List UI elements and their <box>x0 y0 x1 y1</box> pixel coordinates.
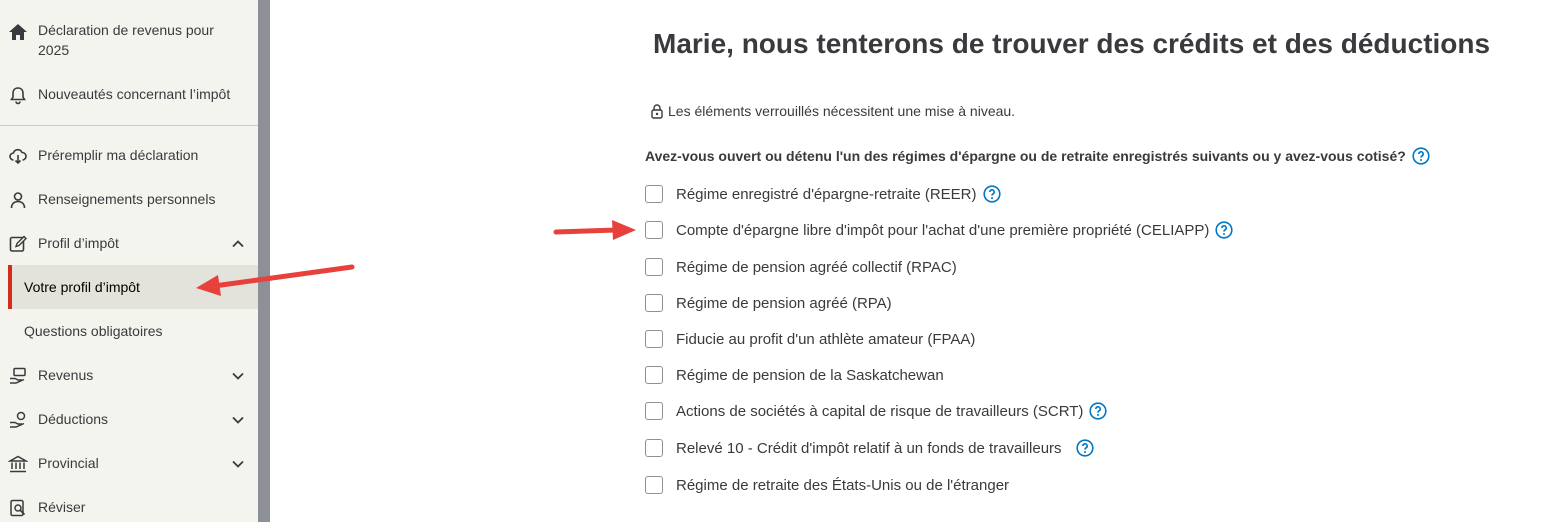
question-heading: Avez-vous ouvert ou détenu l'un des régi… <box>645 147 1430 165</box>
sidebar-item-label: Déclaration de revenus pour 2025 <box>38 22 214 58</box>
chevron-up-icon[interactable] <box>230 236 246 252</box>
option-label: Actions de sociétés à capital de risque … <box>676 402 1084 420</box>
lock-icon <box>650 103 668 119</box>
checkbox[interactable] <box>645 330 663 348</box>
sidebar-item-deductions[interactable]: Déductions <box>0 409 258 431</box>
sidebar: Déclaration de revenus pour 2025 Nouveau… <box>0 0 258 522</box>
option-label: Relevé 10 - Crédit d'impôt relatif à un … <box>676 439 1062 457</box>
sidebar-item-declaration[interactable]: Déclaration de revenus pour 2025 <box>0 18 258 62</box>
lock-note-text: Les éléments verrouillés nécessitent une… <box>668 103 1016 119</box>
annotation-arrow-celiapp <box>553 220 636 240</box>
help-icon[interactable] <box>982 185 1001 203</box>
option-saskatchewan[interactable]: Régime de pension de la Saskatchewan <box>645 364 944 386</box>
sidebar-item-label: Nouveautés concernant l’impôt <box>38 86 231 102</box>
sidebar-item-renseignements[interactable]: Renseignements personnels <box>0 189 258 211</box>
sidebar-item-reviser[interactable]: Réviser <box>0 497 258 519</box>
sidebar-item-label: Questions obligatoires <box>24 323 163 339</box>
checkbox[interactable] <box>645 366 663 384</box>
sidebar-item-provincial[interactable]: Provincial <box>0 453 258 475</box>
help-icon[interactable] <box>1075 439 1094 457</box>
checkbox[interactable] <box>645 221 663 239</box>
bell-icon <box>8 85 28 105</box>
sidebar-item-label: Profil d’impôt <box>38 235 119 251</box>
sidebar-item-label: Revenus <box>38 367 94 383</box>
help-icon[interactable] <box>1412 147 1430 165</box>
sidebar-item-revenus[interactable]: Revenus <box>0 365 258 387</box>
deductions-icon <box>8 410 28 430</box>
option-etats-unis[interactable]: Régime de retraite des États-Unis ou de … <box>645 474 1009 496</box>
checkbox[interactable] <box>645 294 663 312</box>
option-label: Fiducie au profit d'un athlète amateur (… <box>676 330 976 348</box>
chevron-down-icon[interactable] <box>230 456 246 472</box>
checkbox[interactable] <box>645 258 663 276</box>
sidebar-item-label: Réviser <box>38 499 86 515</box>
cloud-download-icon <box>8 146 28 166</box>
checkbox[interactable] <box>645 439 663 457</box>
review-icon <box>8 498 28 518</box>
sidebar-item-preremplir[interactable]: Préremplir ma déclaration <box>0 145 258 167</box>
help-icon[interactable] <box>1215 221 1234 239</box>
option-reer[interactable]: Régime enregistré d'épargne-retraite (RE… <box>645 183 1001 205</box>
chevron-down-icon[interactable] <box>230 368 246 384</box>
option-label: Régime enregistré d'épargne-retraite (RE… <box>676 185 977 203</box>
help-icon[interactable] <box>1089 402 1108 420</box>
income-icon <box>8 366 28 386</box>
lock-note: Les éléments verrouillés nécessitent une… <box>650 103 1015 119</box>
option-label: Régime de retraite des États-Unis ou de … <box>676 476 1010 494</box>
option-scrt[interactable]: Actions de sociétés à capital de risque … <box>645 400 1108 422</box>
option-label: Régime de pension agréé collectif (RPAC) <box>676 258 957 276</box>
home-icon <box>8 22 28 42</box>
sidebar-item-questions-obligatoires[interactable]: Questions obligatoires <box>0 321 258 343</box>
sidebar-item-label: Renseignements personnels <box>38 191 216 207</box>
building-icon <box>8 454 28 474</box>
question-text: Avez-vous ouvert ou détenu l'un des régi… <box>645 148 1406 164</box>
option-label: Compte d'épargne libre d'impôt pour l'ac… <box>676 221 1210 239</box>
option-label: Régime de pension de la Saskatchewan <box>676 366 944 384</box>
checkbox[interactable] <box>645 476 663 494</box>
page-title: Marie, nous tenterons de trouver des cré… <box>653 28 1491 59</box>
edit-icon <box>8 234 28 254</box>
sidebar-item-profil-impot[interactable]: Profil d’impôt <box>0 233 258 255</box>
person-icon <box>8 190 28 210</box>
checkbox[interactable] <box>645 402 663 420</box>
chevron-down-icon[interactable] <box>230 412 246 428</box>
option-rpa[interactable]: Régime de pension agréé (RPA) <box>645 292 892 314</box>
sidebar-scrollbar[interactable] <box>258 0 270 522</box>
option-fpaa[interactable]: Fiducie au profit d'un athlète amateur (… <box>645 328 975 350</box>
sidebar-item-label: Déductions <box>38 411 109 427</box>
checkbox[interactable] <box>645 185 663 203</box>
option-celiapp[interactable]: Compte d'épargne libre d'impôt pour l'ac… <box>645 219 1234 241</box>
sidebar-item-votre-profil[interactable]: Votre profil d’impôt <box>0 277 258 299</box>
sidebar-item-nouveautes[interactable]: Nouveautés concernant l’impôt <box>0 84 258 106</box>
option-rpac[interactable]: Régime de pension agréé collectif (RPAC) <box>645 256 957 278</box>
option-label: Régime de pension agréé (RPA) <box>676 294 892 312</box>
sidebar-item-label: Préremplir ma déclaration <box>38 147 199 163</box>
option-releve10[interactable]: Relevé 10 - Crédit d'impôt relatif à un … <box>645 437 1094 459</box>
sidebar-item-label: Votre profil d’impôt <box>24 279 140 295</box>
sidebar-item-label: Provincial <box>38 455 99 471</box>
sidebar-divider <box>0 125 258 126</box>
